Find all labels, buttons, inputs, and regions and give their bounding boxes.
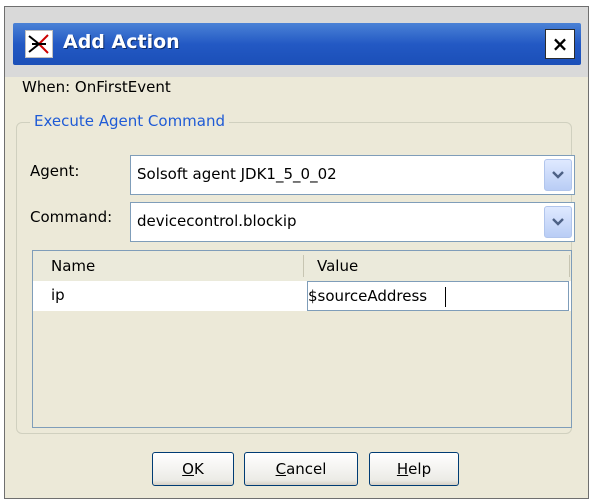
column-divider	[569, 255, 570, 277]
table-header: Name Value	[33, 251, 571, 282]
agent-dropdown-button[interactable]	[544, 159, 572, 191]
agent-combobox[interactable]: Solsoft agent JDK1_5_0_02	[130, 155, 575, 195]
app-logo-icon	[25, 30, 53, 58]
column-header-value[interactable]: Value	[317, 257, 358, 275]
dialog-title: Add Action	[63, 31, 180, 53]
close-icon: ×	[551, 32, 569, 56]
help-label-rest: elp	[408, 460, 432, 478]
value-edit-field[interactable]: $sourceAddress	[307, 281, 569, 311]
agent-value: Solsoft agent JDK1_5_0_02	[137, 165, 337, 183]
table-row[interactable]: ip $sourceAddress	[33, 281, 571, 311]
close-button[interactable]: ×	[545, 29, 575, 59]
ok-button[interactable]: OK	[152, 452, 234, 486]
cell-value: $sourceAddress	[308, 287, 428, 305]
command-label: Command:	[30, 208, 113, 226]
ok-label-rest: K	[193, 460, 204, 478]
titlebar-inner: Add Action ×	[13, 23, 581, 65]
parameters-table[interactable]: Name Value ip $sourceAddress	[32, 250, 572, 428]
cancel-label-rest: ancel	[286, 460, 327, 478]
titlebar: Add Action ×	[5, 7, 588, 77]
command-value: devicecontrol.blockip	[137, 212, 297, 230]
dropdown-arrow-icon	[552, 171, 564, 179]
help-mnemonic: H	[396, 460, 409, 478]
group-title: Execute Agent Command	[30, 112, 230, 130]
agent-label: Agent:	[30, 162, 80, 180]
help-button[interactable]: Help	[369, 452, 459, 486]
column-divider[interactable]	[303, 255, 304, 277]
command-dropdown-button[interactable]	[544, 206, 572, 238]
text-caret	[445, 287, 446, 307]
when-label: When: OnFirstEvent	[22, 78, 171, 96]
cell-name[interactable]: ip	[51, 286, 65, 304]
dropdown-arrow-icon	[552, 218, 564, 226]
command-combobox[interactable]: devicecontrol.blockip	[130, 202, 575, 242]
column-header-name[interactable]: Name	[51, 257, 95, 275]
cancel-mnemonic: C	[275, 460, 287, 478]
ok-mnemonic: O	[182, 460, 194, 478]
cancel-button[interactable]: Cancel	[244, 452, 358, 486]
